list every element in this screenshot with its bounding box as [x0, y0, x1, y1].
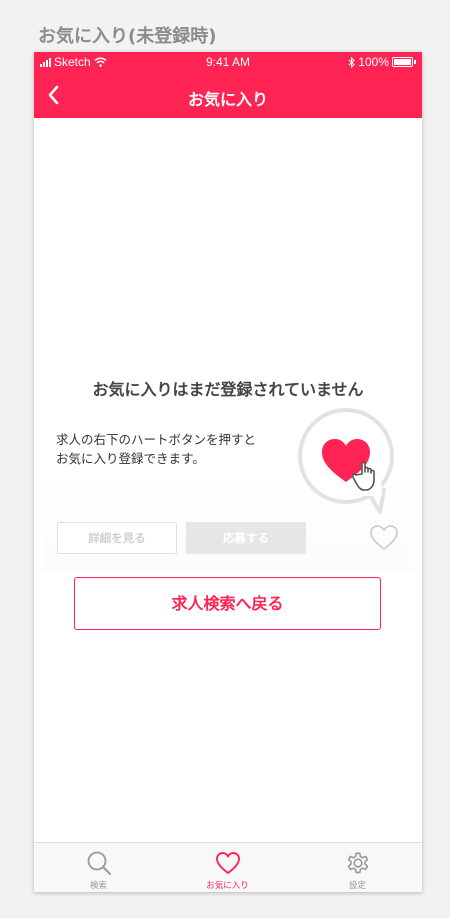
tab-favorites[interactable]: お気に入り: [163, 843, 292, 892]
tab-search[interactable]: 検索: [34, 843, 163, 892]
bluetooth-icon: [348, 56, 356, 68]
description-line: お気に入り登録できます。: [56, 451, 205, 466]
battery-icon: [392, 57, 413, 67]
battery-percent: 100%: [358, 55, 389, 69]
heart-icon: [215, 852, 240, 875]
empty-state-title: お気に入りはまだ登録されていません: [92, 380, 364, 399]
phone-screen: Sketch 9:41 AM 100% お気に入り お気に入りはまだ登録されてい…: [34, 52, 422, 892]
tab-bar: 検索 お気に入り 設定: [34, 842, 422, 892]
back-to-search-button[interactable]: 求人検索へ戻る: [74, 577, 381, 630]
empty-state-description: 求人の右下のハートボタンを押すと お気に入り登録できます。: [56, 430, 296, 468]
status-right: 100%: [348, 55, 416, 69]
tab-label: 検索: [89, 881, 107, 891]
search-icon: [87, 851, 111, 875]
description-line: 求人の右下のハートボタンを押すと: [56, 432, 257, 447]
artboard-title: お気に入り(未登録時): [38, 26, 217, 47]
gear-icon: [347, 852, 368, 874]
heart-outline-icon: [370, 525, 398, 551]
sample-detail-button: 詳細を見る: [57, 522, 177, 554]
page-title: お気に入り: [187, 90, 268, 109]
sample-apply-button: 応募する: [186, 522, 306, 554]
tab-settings[interactable]: 設定: [293, 843, 422, 892]
tab-label: 設定: [348, 881, 366, 891]
status-bar: Sketch 9:41 AM 100%: [34, 52, 422, 72]
navigation-bar: お気に入り: [34, 72, 422, 118]
tab-label: お気に入り: [206, 881, 249, 891]
heart-filled-hand-pointer-icon: [298, 408, 394, 514]
